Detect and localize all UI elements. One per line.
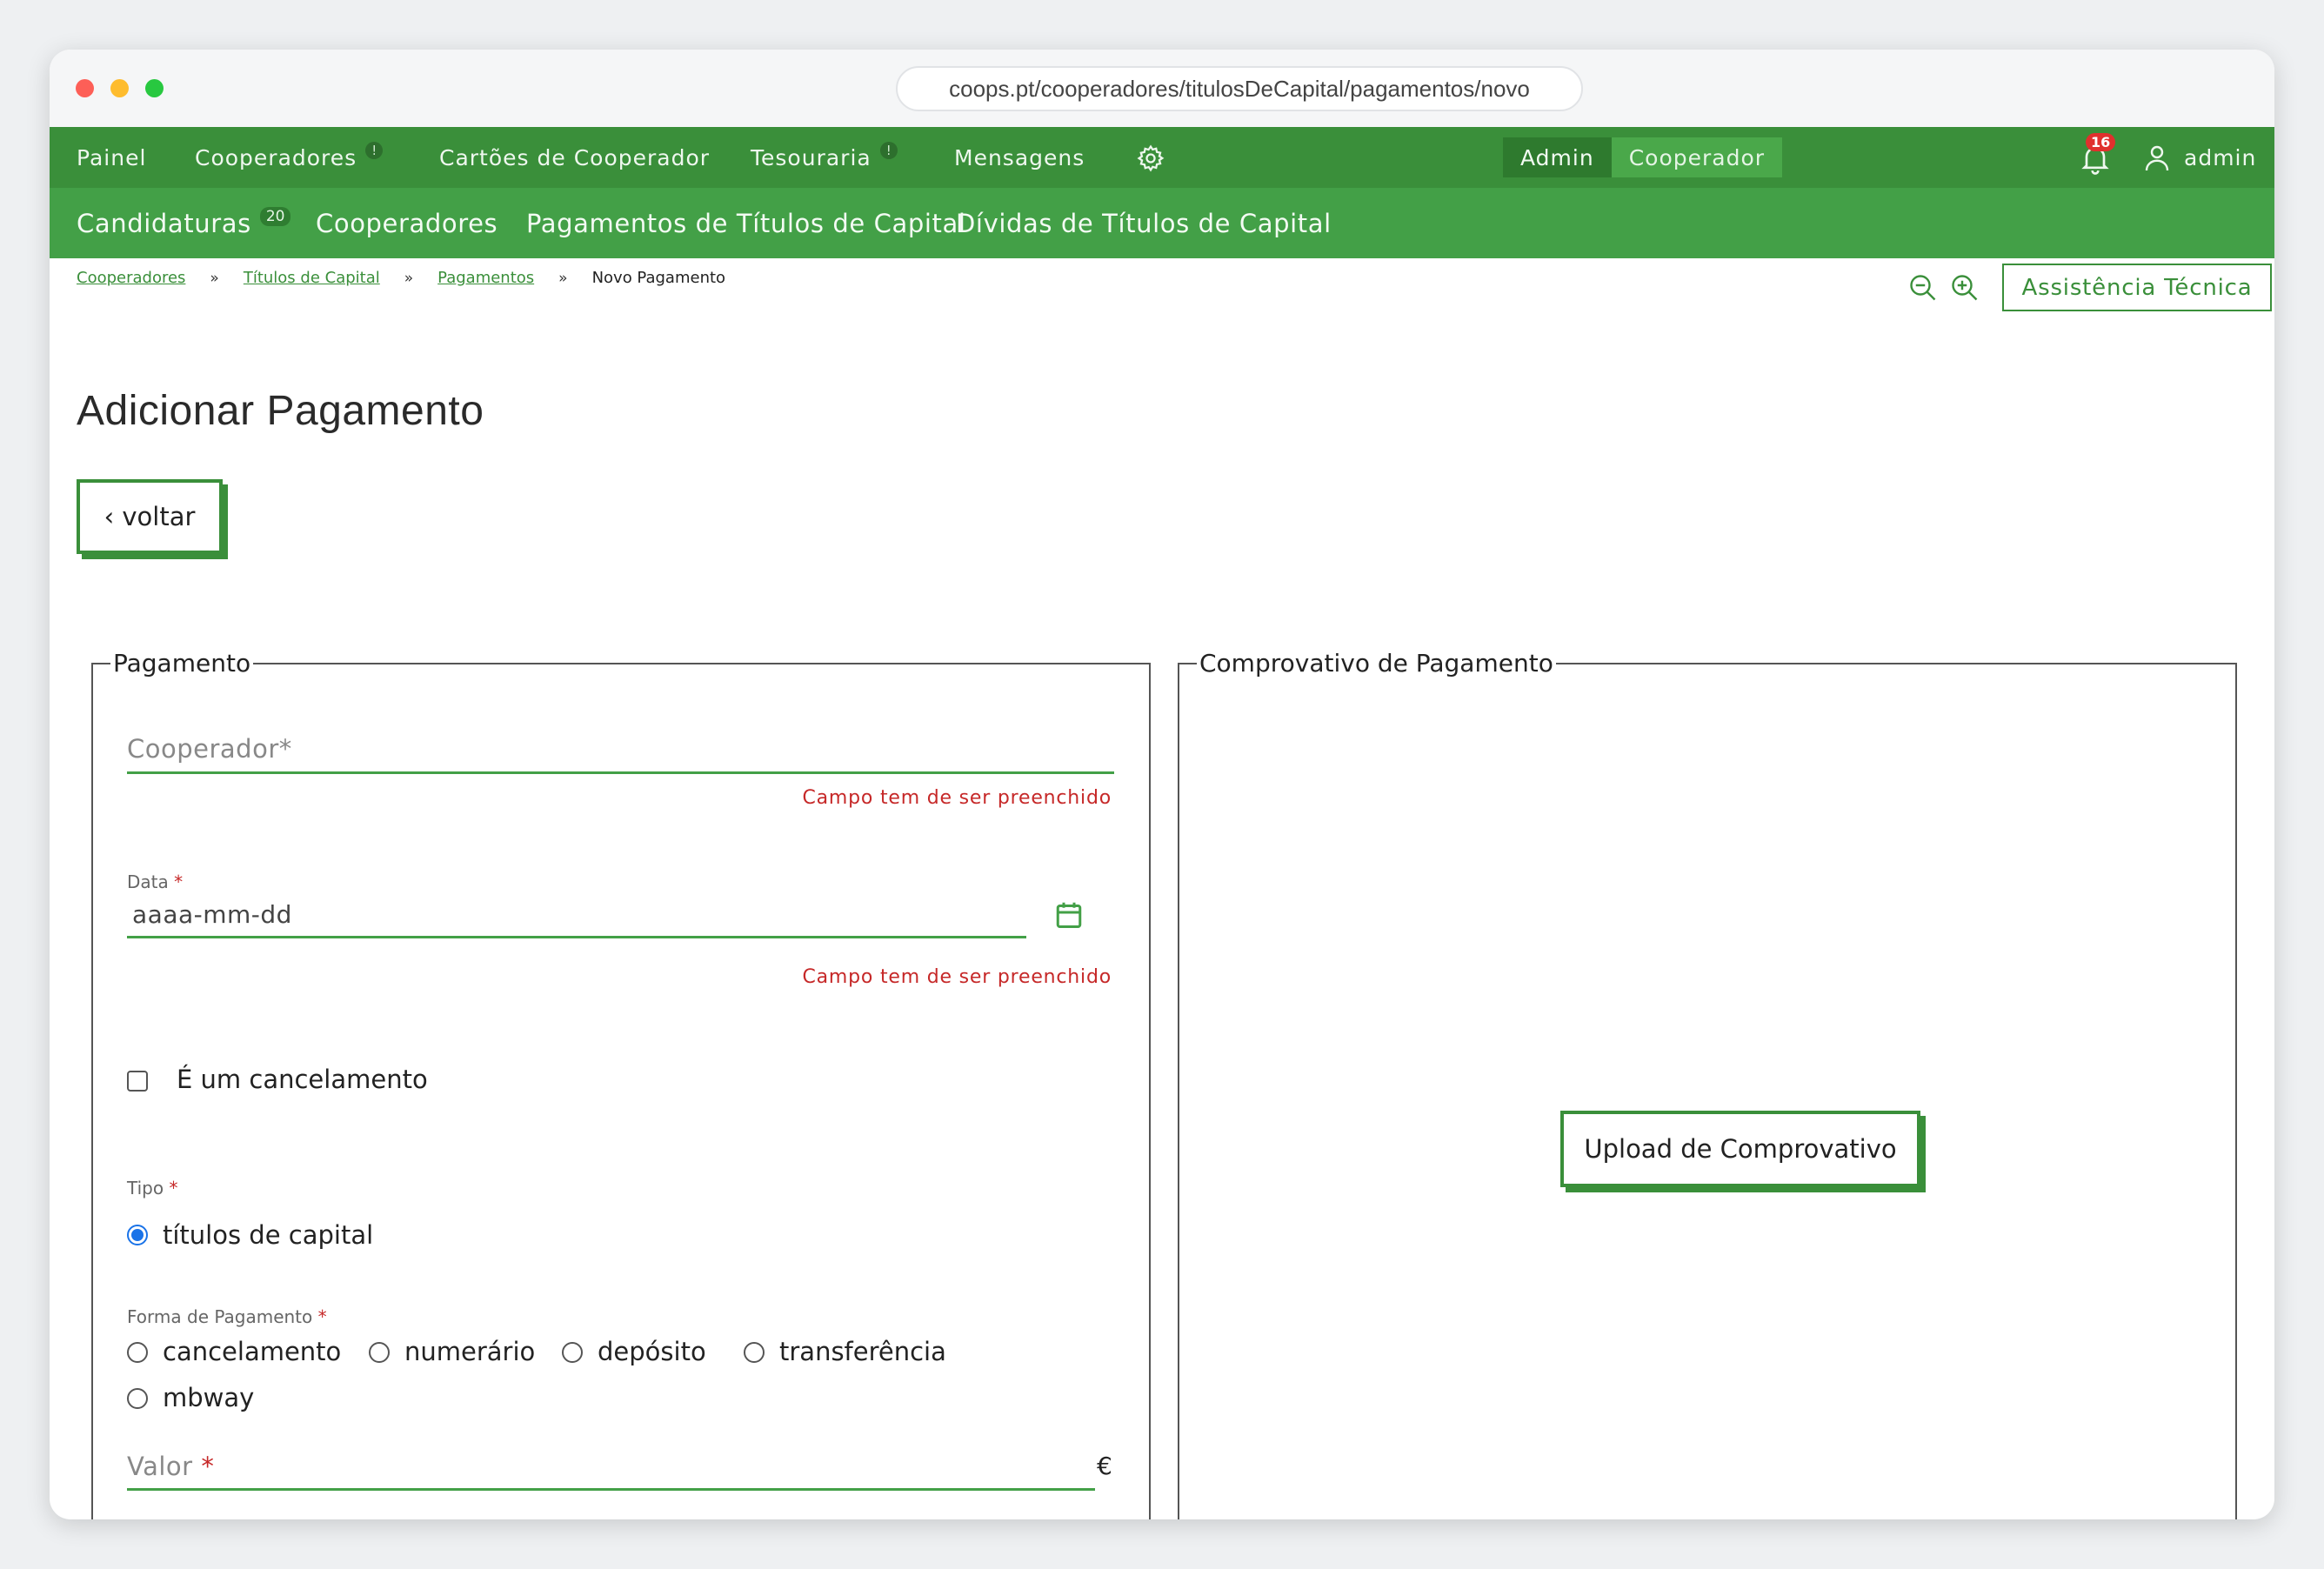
- nav-item-mensagens[interactable]: Mensagens: [954, 127, 1085, 188]
- breadcrumb-link-titulos[interactable]: Títulos de Capital: [244, 269, 380, 287]
- radio-method-cancelamento[interactable]: [127, 1342, 148, 1363]
- date-underline: [127, 936, 1026, 938]
- radio-method-label: depósito: [598, 1337, 706, 1366]
- nav-item-label: Cartões de Cooperador: [439, 144, 711, 170]
- minimize-window-button[interactable]: [110, 79, 129, 97]
- page-title: Adicionar Pagamento: [77, 388, 484, 434]
- subnav-item-dividas[interactable]: Dívidas de Títulos de Capital: [956, 188, 1332, 258]
- breadcrumb-link-pagamentos[interactable]: Pagamentos: [437, 269, 534, 287]
- radio-method-label: cancelamento: [163, 1337, 342, 1366]
- radio-method-numerario[interactable]: [369, 1342, 390, 1363]
- subnav-item-label: Cooperadores: [316, 208, 498, 238]
- payment-method-label: Forma de Pagamento *: [127, 1306, 327, 1327]
- subnav-item-cooperadores[interactable]: Cooperadores: [316, 188, 498, 258]
- breadcrumb-link-cooperadores[interactable]: Cooperadores: [77, 269, 185, 287]
- calendar-icon[interactable]: [1053, 898, 1085, 931]
- nav-item-cooperadores[interactable]: Cooperadores !: [195, 127, 384, 188]
- radio-method-deposito[interactable]: [562, 1342, 583, 1363]
- close-window-button[interactable]: [76, 79, 94, 97]
- user-name[interactable]: admin: [2184, 127, 2256, 188]
- cooperador-error: Campo tem de ser preenchido: [802, 787, 1112, 809]
- cancel-checkbox[interactable]: [127, 1071, 148, 1092]
- technical-support-button[interactable]: Assistência Técnica: [2002, 264, 2272, 311]
- sub-nav: Candidaturas 20 Cooperadores Pagamentos …: [50, 188, 2274, 258]
- breadcrumb-separator: »: [404, 269, 414, 287]
- radio-method-label: numerário: [404, 1337, 536, 1366]
- browser-window: coops.pt/cooperadores/titulosDeCapital/p…: [50, 50, 2274, 1519]
- nav-item-label: Painel: [77, 144, 147, 170]
- window-controls: [76, 79, 164, 97]
- value-underline: [127, 1488, 1095, 1491]
- breadcrumb-current: Novo Pagamento: [591, 269, 726, 287]
- nav-item-label: Cooperadores: [195, 144, 357, 170]
- title-bar: coops.pt/cooperadores/titulosDeCapital/p…: [50, 50, 2274, 127]
- date-input[interactable]: aaaa-mm-dd: [132, 900, 292, 929]
- subnav-item-label: Dívidas de Títulos de Capital: [956, 208, 1332, 238]
- radio-method-label: transferência: [779, 1337, 946, 1366]
- maximize-window-button[interactable]: [145, 79, 164, 97]
- subnav-item-label: Pagamentos de Títulos de Capital: [526, 208, 966, 238]
- type-label: Tipo *: [127, 1178, 178, 1198]
- notification-count-badge: 16: [2086, 133, 2116, 151]
- alert-badge: !: [879, 142, 898, 159]
- nav-item-label: Mensagens: [954, 144, 1085, 170]
- radio-method-label: mbway: [163, 1383, 255, 1412]
- nav-item-tesouraria[interactable]: Tesouraria !: [751, 127, 898, 188]
- subnav-item-label: Candidaturas: [77, 208, 251, 238]
- back-button[interactable]: ‹ voltar: [77, 479, 223, 554]
- radio-type-titulos-label: títulos de capital: [163, 1220, 374, 1250]
- date-label: Data *: [127, 871, 184, 892]
- date-error: Campo tem de ser preenchido: [802, 966, 1112, 988]
- address-bar[interactable]: coops.pt/cooperadores/titulosDeCapital/p…: [896, 66, 1583, 111]
- nav-item-painel[interactable]: Painel: [77, 127, 146, 188]
- cancel-checkbox-label: É um cancelamento: [177, 1065, 428, 1094]
- proof-fieldset: Comprovativo de Pagamento: [1178, 649, 2237, 1519]
- role-admin-button[interactable]: Admin: [1503, 137, 1612, 177]
- breadcrumb: Cooperadores » Títulos de Capital » Paga…: [77, 269, 725, 287]
- cooperador-field[interactable]: Cooperador*: [127, 734, 292, 764]
- role-cooperador-button[interactable]: Cooperador: [1611, 137, 1783, 177]
- currency-symbol: €: [1097, 1452, 1112, 1480]
- radio-method-transferencia[interactable]: [744, 1342, 765, 1363]
- role-switch: Admin Cooperador: [1503, 137, 1783, 177]
- subnav-item-candidaturas[interactable]: Candidaturas 20: [77, 188, 291, 258]
- zoom-in-icon[interactable]: [1949, 272, 1980, 304]
- gear-icon[interactable]: [1136, 144, 1165, 173]
- nav-item-label: Tesouraria: [751, 144, 872, 170]
- upload-proof-button[interactable]: Upload de Comprovativo: [1560, 1111, 1920, 1187]
- breadcrumb-separator: »: [210, 269, 219, 287]
- main-nav: Painel Cooperadores ! Cartões de Coopera…: [50, 127, 2274, 188]
- breadcrumb-separator: »: [558, 269, 568, 287]
- radio-method-mbway[interactable]: [127, 1388, 148, 1409]
- fieldset-legend: Pagamento: [110, 649, 254, 678]
- fieldset-legend: Comprovativo de Pagamento: [1197, 649, 1556, 678]
- nav-item-cartoes[interactable]: Cartões de Cooperador: [439, 127, 710, 188]
- user-icon[interactable]: [2141, 141, 2173, 174]
- alert-badge: !: [365, 142, 384, 159]
- count-badge: 20: [259, 206, 291, 226]
- zoom-out-icon[interactable]: [1907, 272, 1939, 304]
- value-field[interactable]: Valor *: [127, 1452, 214, 1481]
- radio-type-titulos[interactable]: [127, 1225, 148, 1245]
- subnav-item-pagamentos[interactable]: Pagamentos de Títulos de Capital: [526, 188, 966, 258]
- cooperador-underline: [127, 771, 1114, 774]
